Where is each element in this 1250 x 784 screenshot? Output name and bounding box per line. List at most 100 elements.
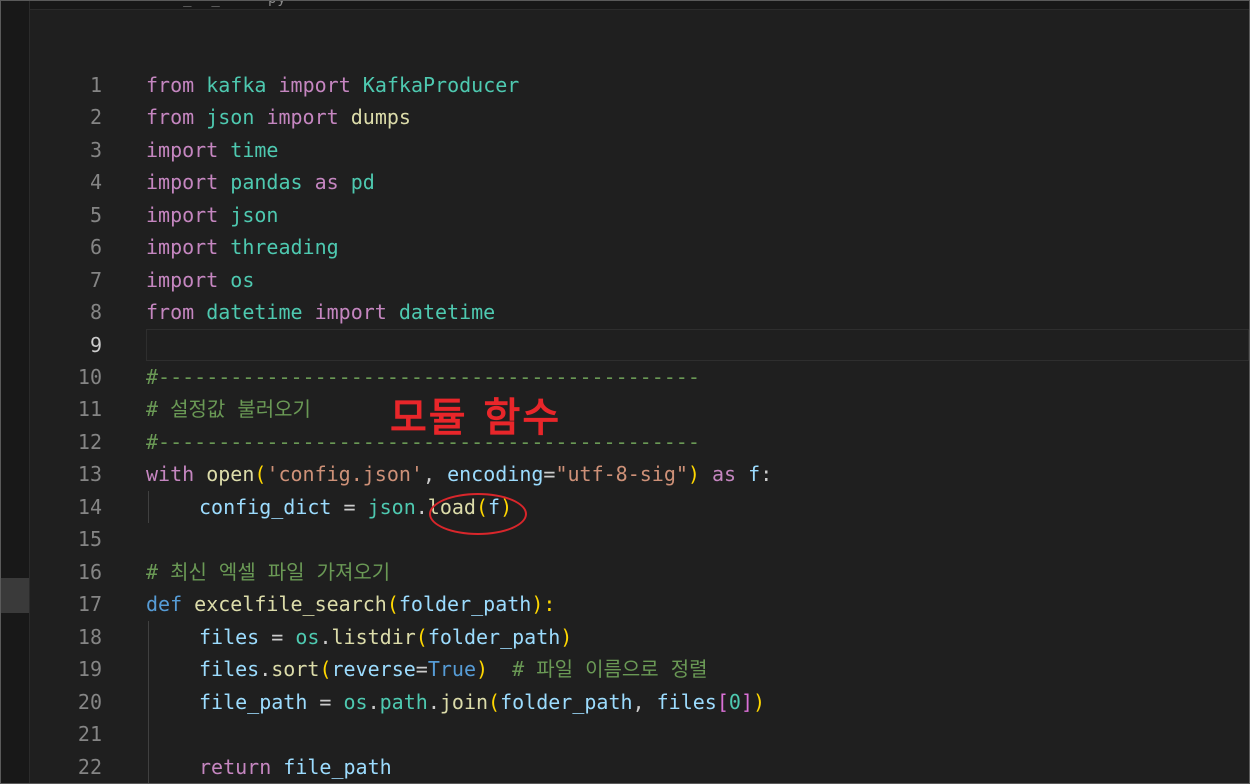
- token-punct: ,: [422, 462, 448, 486]
- token-operator: =: [543, 462, 556, 486]
- token-bracket: (: [488, 690, 501, 714]
- token-module: os: [230, 268, 255, 292]
- token-variable: files: [199, 657, 260, 681]
- token-keyword: import: [266, 105, 339, 129]
- code-line: from json import dumps: [146, 101, 411, 133]
- current-line-highlight: [146, 329, 1249, 361]
- token-keyword: as: [314, 170, 339, 194]
- token-keyword: import: [146, 235, 219, 259]
- token-variable: file_path: [283, 755, 392, 779]
- token-bracket: ): [476, 657, 489, 681]
- token-keyword: import: [314, 300, 387, 324]
- token-punct: ,: [632, 690, 657, 714]
- token-punct: .: [259, 657, 272, 681]
- token-keyword: return: [199, 755, 272, 779]
- code-line: import time: [146, 134, 278, 166]
- token-module: path: [379, 690, 428, 714]
- code-editor[interactable]: 1 2 3 4 5 6 7 8 9 10 11 12 13 14 15 16 1…: [30, 9, 1249, 783]
- line-number: 19: [77, 657, 102, 681]
- line-number: 18: [77, 625, 102, 649]
- token-punct: .: [319, 625, 332, 649]
- token-module: threading: [230, 235, 339, 259]
- code-line: with open('config.json', encoding="utf-8…: [146, 458, 772, 490]
- token-module: pandas: [230, 170, 303, 194]
- token-keyword: import: [146, 138, 219, 162]
- token-bracket: (: [254, 462, 267, 486]
- code-line: from datetime import datetime: [146, 296, 495, 328]
- line-number: 12: [77, 430, 102, 454]
- line-number: 20: [77, 690, 102, 714]
- token-bracket: ): [752, 690, 766, 714]
- code-line: import threading: [146, 231, 339, 263]
- token-module: time: [230, 138, 279, 162]
- token-keyword: from: [146, 105, 195, 129]
- token-string: 'config.json': [266, 462, 423, 486]
- token-module: json: [206, 105, 255, 129]
- token-bracket: [: [716, 690, 729, 714]
- editor-window: · _ _ · py 1 2 3 4 5 6 7 8 9 10 11 12 13…: [0, 0, 1250, 784]
- token-keyword: import: [146, 268, 219, 292]
- token-module: json: [230, 203, 279, 227]
- token-module: pd: [350, 170, 375, 194]
- token-bracket: (: [415, 625, 428, 649]
- token-keyword: def: [146, 592, 183, 616]
- line-number: 6: [89, 235, 102, 259]
- token-punct: .: [415, 495, 428, 519]
- annotation-label: 모듈 함수: [390, 395, 562, 441]
- line-number: 15: [77, 527, 102, 551]
- token-operator: =: [331, 495, 368, 519]
- line-number: 17: [77, 592, 102, 616]
- token-punct: .: [367, 690, 380, 714]
- line-number: 7: [89, 268, 102, 292]
- token-operator: =: [415, 657, 428, 681]
- token-function: join: [439, 690, 489, 714]
- line-number: 4: [89, 170, 102, 194]
- line-number-active: 9: [89, 333, 102, 357]
- comment-line: #---------------------------------------…: [146, 365, 700, 389]
- token-number: 0: [728, 690, 741, 714]
- activity-indicator[interactable]: [1, 578, 29, 613]
- comment-line: # 최신 엑셀 파일 가져오기: [146, 560, 391, 584]
- token-variable: f: [748, 462, 761, 486]
- token-punct: .: [427, 690, 440, 714]
- line-number: 16: [77, 560, 102, 584]
- line-number: 22: [77, 755, 102, 779]
- token-variable: folder_path: [427, 625, 561, 649]
- token-variable: config_dict: [199, 495, 332, 519]
- token-function: open: [206, 462, 255, 486]
- token-module: datetime: [206, 300, 303, 324]
- token-module: os: [343, 690, 368, 714]
- token-variable: files: [656, 690, 717, 714]
- token-keyword: import: [146, 170, 219, 194]
- line-number: 1: [89, 73, 102, 97]
- code-line: files = os.listdir(folder_path): [199, 621, 572, 653]
- token-bracket: ): [687, 462, 700, 486]
- token-variable: folder_path: [500, 690, 633, 714]
- token-function: excelfile_search: [194, 592, 387, 616]
- token-variable: file_path: [199, 690, 308, 714]
- indent-guide: [148, 621, 149, 783]
- line-number: 10: [77, 365, 102, 389]
- token-bracket: ): [560, 625, 573, 649]
- line-number: 11: [77, 397, 102, 421]
- token-keyword: import: [146, 203, 219, 227]
- token-bracket: ):: [531, 592, 556, 616]
- code-line: import pandas as pd: [146, 166, 375, 198]
- token-param: folder_path: [398, 592, 532, 616]
- code-line: import os: [146, 264, 254, 296]
- token-param: encoding: [447, 462, 544, 486]
- tab-filename[interactable]: · _ _ · py: [136, 1, 287, 9]
- line-number: 21: [77, 722, 102, 746]
- line-number: 13: [77, 462, 102, 486]
- token-keyword: with: [146, 462, 195, 486]
- code-line: files.sort(reverse=True) # 파일 이름으로 정렬: [199, 653, 708, 685]
- token-class: datetime: [398, 300, 496, 324]
- token-punct: :: [760, 462, 773, 486]
- code-line: from kafka import KafkaProducer: [146, 69, 519, 101]
- token-function: sort: [271, 657, 320, 681]
- token-keyword: as: [712, 462, 737, 486]
- token-operator: =: [259, 625, 296, 649]
- code-line: file_path = os.path.join(folder_path, fi…: [199, 686, 765, 718]
- token-module: os: [295, 625, 320, 649]
- code-line: def excelfile_search(folder_path):: [146, 588, 555, 620]
